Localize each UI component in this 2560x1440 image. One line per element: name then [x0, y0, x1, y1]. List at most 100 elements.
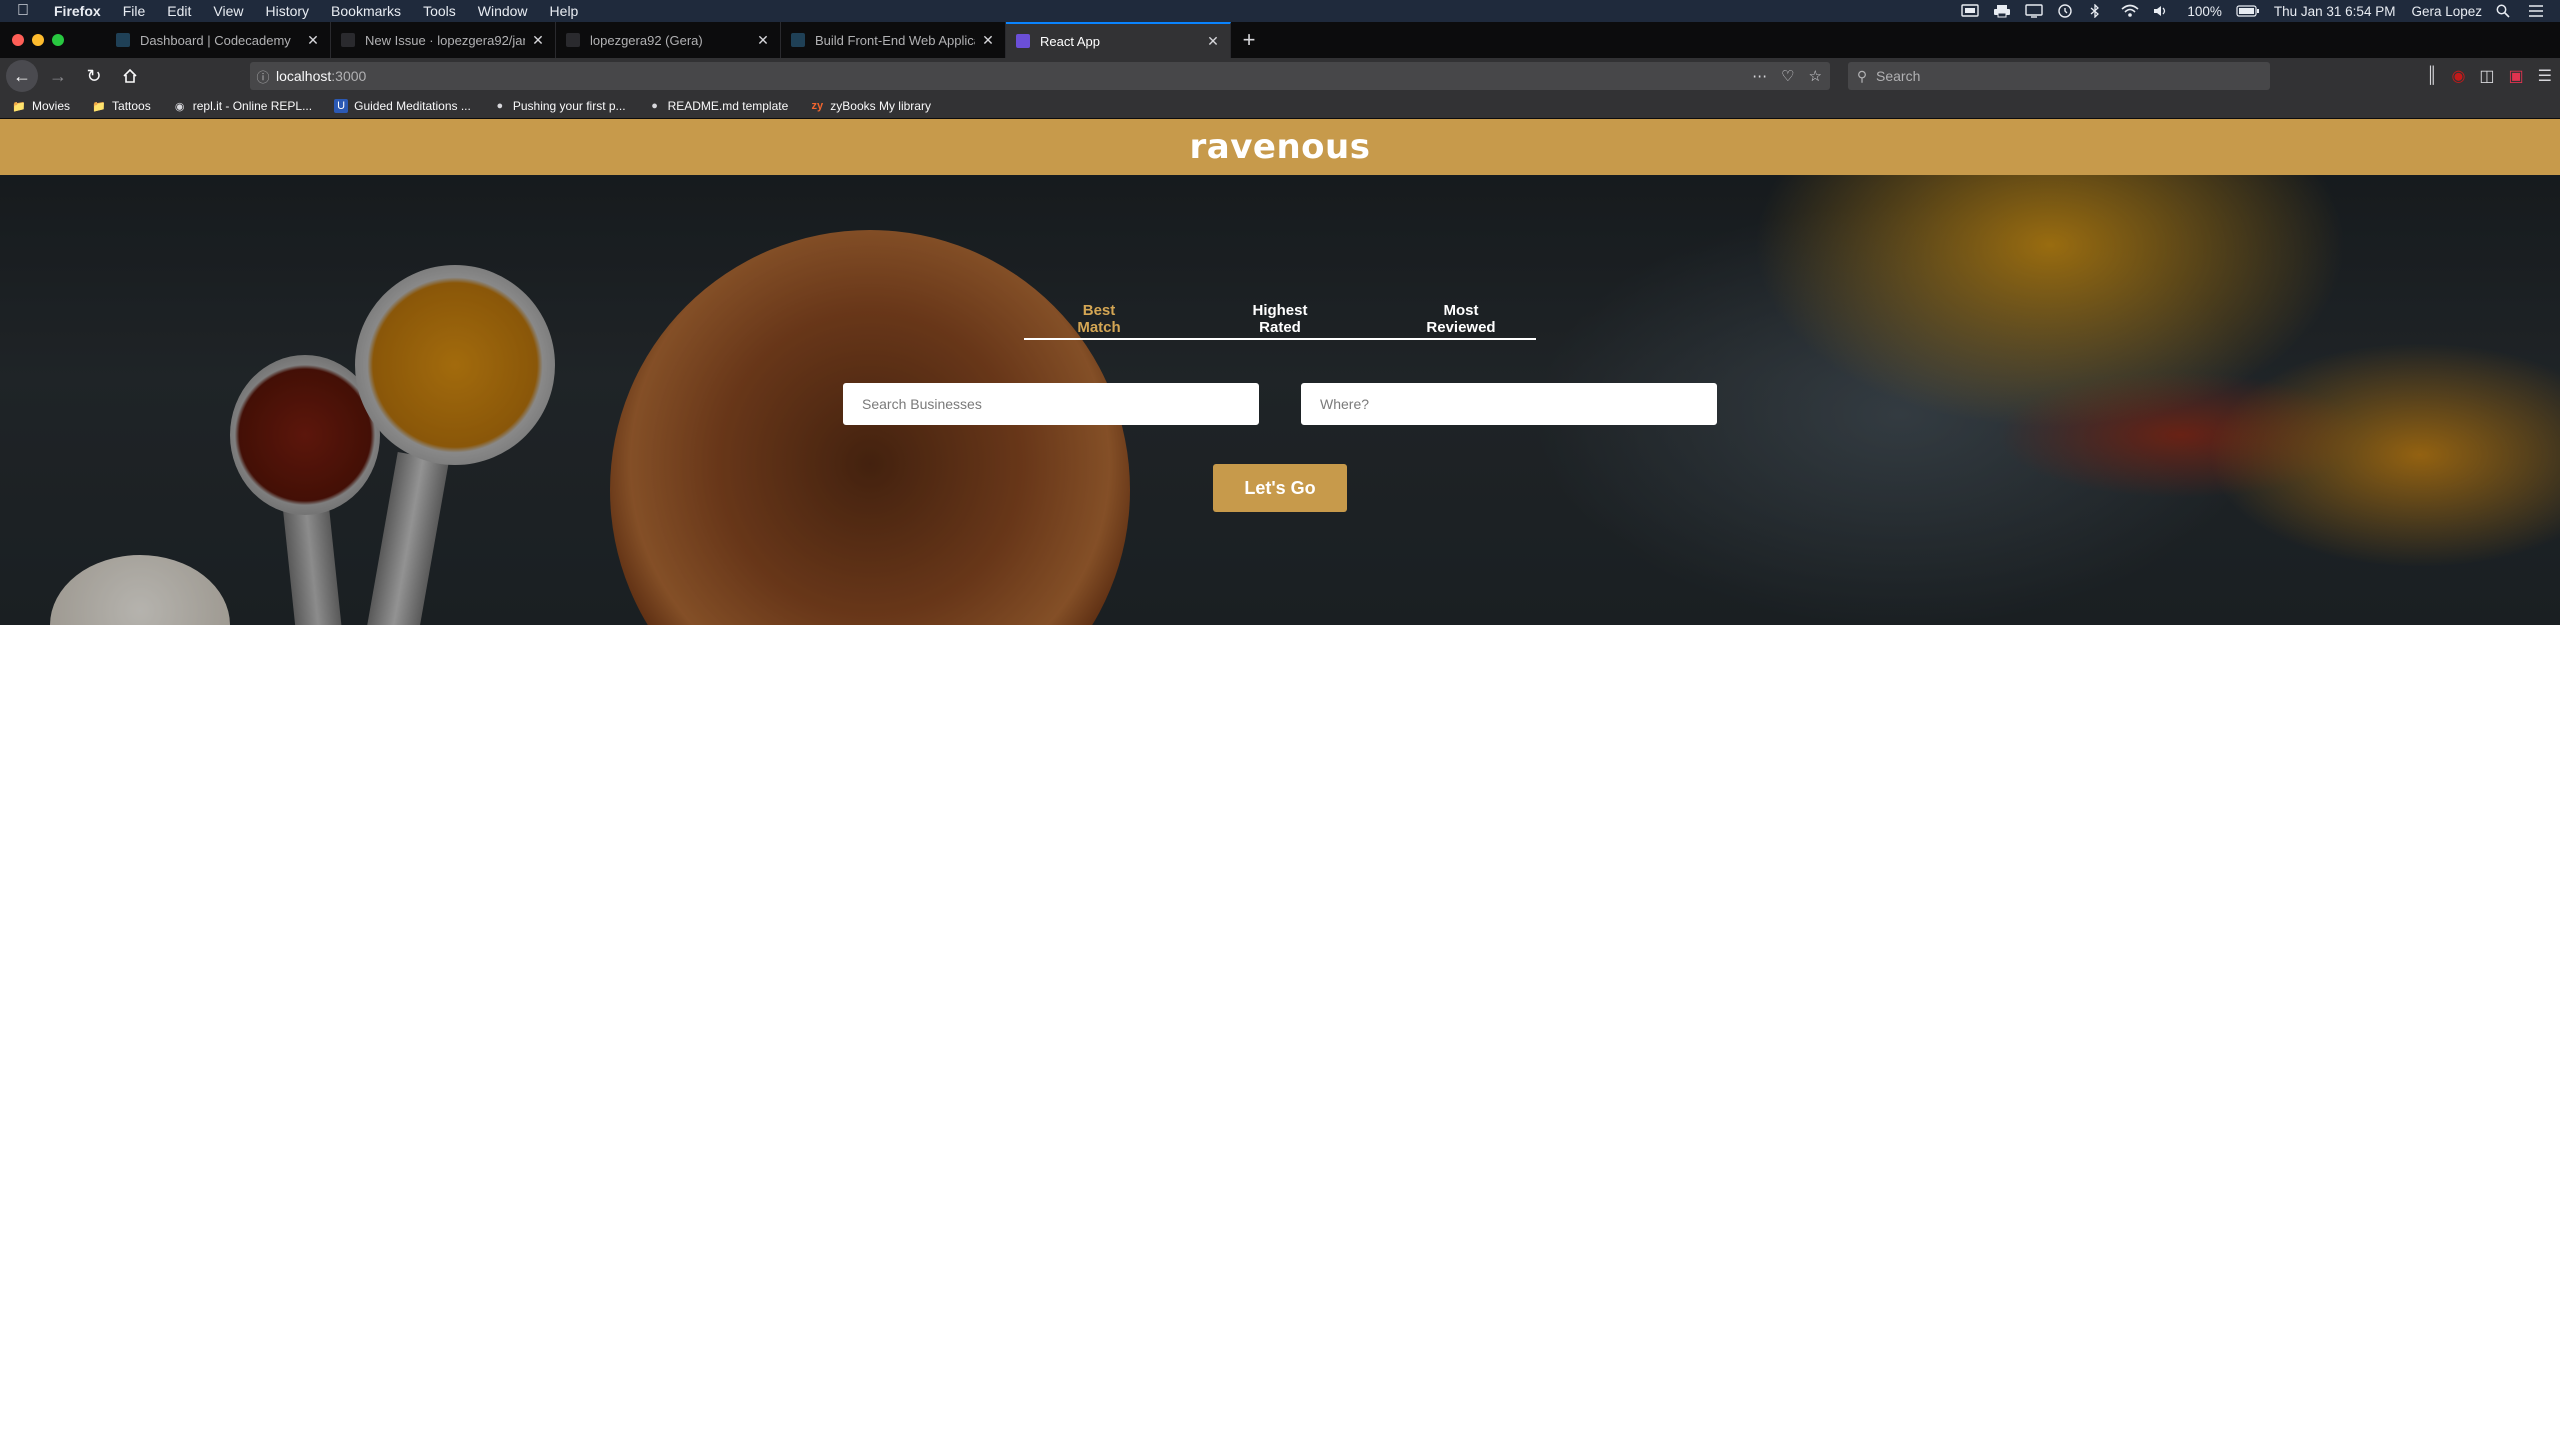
- pocket-icon[interactable]: ♡: [1781, 67, 1794, 85]
- url-bar[interactable]: ⓘ localhost:3000 ⋯ ♡ ☆: [250, 62, 1830, 90]
- sort-label: Match: [1077, 319, 1121, 336]
- udemy-icon: U: [334, 99, 349, 113]
- tab-title: lopezgera92 (Gera): [590, 32, 703, 48]
- battery-icon[interactable]: [2236, 4, 2260, 18]
- zybooks-icon: zy: [811, 100, 824, 112]
- user-name[interactable]: Gera Lopez: [2403, 4, 2490, 19]
- extension-icon[interactable]: ▣: [2509, 66, 2524, 86]
- volume-icon[interactable]: [2153, 4, 2173, 18]
- github-icon: ●: [496, 100, 504, 112]
- bookmark-guided-meditations[interactable]: U Guided Meditations ...: [334, 99, 471, 113]
- codecademy-favicon: [116, 33, 130, 47]
- search-bar[interactable]: ⚲ Search: [1848, 62, 2270, 90]
- menu-app-name[interactable]: Firefox: [46, 0, 112, 22]
- bluetooth-icon[interactable]: [2089, 3, 2109, 19]
- bookmark-label: zyBooks My library: [830, 99, 931, 113]
- sort-label: Highest: [1252, 302, 1308, 319]
- hamburger-menu-icon[interactable]: ☰: [2538, 66, 2552, 86]
- menu-file[interactable]: File: [112, 0, 157, 22]
- codecademy-favicon: [791, 33, 805, 47]
- bookmark-label: Tattoos: [112, 99, 151, 113]
- zoom-window-button[interactable]: [52, 34, 64, 46]
- clock[interactable]: Thu Jan 31 6:54 PM: [2266, 4, 2404, 19]
- bookmark-pushing-first[interactable]: ● Pushing your first p...: [493, 99, 626, 113]
- bookmark-label: Guided Meditations ...: [354, 99, 471, 113]
- bookmark-label: README.md template: [667, 99, 789, 113]
- sort-label: Best: [1082, 302, 1116, 319]
- bookmark-movies[interactable]: 📁 Movies: [12, 99, 70, 113]
- location-input[interactable]: [1301, 383, 1717, 425]
- close-window-button[interactable]: [12, 34, 24, 46]
- sort-label: Most: [1443, 302, 1479, 319]
- tab-github-profile[interactable]: lopezgera92 (Gera) ✕: [556, 22, 781, 58]
- sort-highest-rated[interactable]: Highest Rated: [1205, 302, 1355, 338]
- github-favicon: [341, 33, 355, 47]
- macos-menu-bar:  Firefox File Edit View History Bookmar…: [0, 0, 2560, 22]
- tab-codecademy[interactable]: Dashboard | Codecademy ✕: [106, 22, 331, 58]
- battery-percent: 100%: [2187, 3, 2222, 19]
- menu-window[interactable]: Window: [467, 0, 539, 22]
- lets-go-button[interactable]: Let's Go: [1213, 464, 1347, 512]
- library-icon[interactable]: ║: [2426, 67, 2437, 85]
- bookmark-star-icon[interactable]: ☆: [1809, 67, 1822, 85]
- new-tab-icon[interactable]: +: [1231, 22, 1267, 58]
- close-tab-icon[interactable]: ✕: [531, 32, 545, 49]
- bookmark-zybooks[interactable]: zy zyBooks My library: [810, 99, 931, 113]
- close-tab-icon[interactable]: ✕: [756, 32, 770, 49]
- menu-help[interactable]: Help: [539, 0, 590, 22]
- close-tab-icon[interactable]: ✕: [1206, 33, 1220, 50]
- apple-icon[interactable]: : [0, 2, 46, 20]
- notification-center-icon[interactable]: [2528, 4, 2548, 18]
- tab-title: React App: [1040, 33, 1100, 49]
- wifi-icon[interactable]: [2121, 4, 2141, 18]
- screen-share-icon[interactable]: [1961, 4, 1981, 18]
- menu-tools[interactable]: Tools: [412, 0, 467, 22]
- page-actions-icon[interactable]: ⋯: [1752, 67, 1767, 85]
- tab-build-front-end[interactable]: Build Front-End Web Applicatio ✕: [781, 22, 1006, 58]
- tab-react-app[interactable]: React App ✕: [1006, 22, 1231, 58]
- menu-history[interactable]: History: [254, 0, 320, 22]
- sort-options: Best Match Highest Rated Most Reviewed: [1024, 302, 1536, 340]
- search-bar-section: Best Match Highest Rated Most Reviewed L…: [0, 175, 2560, 625]
- tab-title: New Issue · lopezgera92/jammi: [365, 32, 525, 48]
- site-info-icon[interactable]: ⓘ: [250, 67, 276, 86]
- menu-edit[interactable]: Edit: [156, 0, 202, 22]
- time-machine-icon[interactable]: [2057, 4, 2077, 18]
- github-favicon: [566, 33, 580, 47]
- bookmark-label: Pushing your first p...: [512, 99, 626, 113]
- sort-most-reviewed[interactable]: Most Reviewed: [1386, 302, 1536, 338]
- back-arrow-icon[interactable]: ←: [6, 60, 38, 92]
- app-header: ravenous: [0, 119, 2560, 175]
- react-app-favicon: [1016, 34, 1030, 48]
- ublock-icon[interactable]: ◉: [2451, 66, 2465, 86]
- bookmarks-toolbar: 📁 Movies 📁 Tattoos ◉ repl.it - Online RE…: [0, 94, 2560, 119]
- bookmark-replit[interactable]: ◉ repl.it - Online REPL...: [173, 99, 312, 113]
- display-icon[interactable]: [2025, 4, 2045, 18]
- spotlight-search-icon[interactable]: [2496, 4, 2516, 18]
- close-tab-icon[interactable]: ✕: [981, 32, 995, 49]
- menu-view[interactable]: View: [202, 0, 254, 22]
- close-tab-icon[interactable]: ✕: [306, 32, 320, 49]
- search-bar-placeholder: Search: [1876, 68, 1921, 84]
- sort-best-match[interactable]: Best Match: [1024, 302, 1174, 338]
- home-icon[interactable]: [114, 60, 146, 92]
- sort-label: Rated: [1259, 319, 1301, 336]
- window-controls: [0, 22, 106, 58]
- app-title: ravenous: [1189, 127, 1371, 167]
- tab-github-new-issue[interactable]: New Issue · lopezgera92/jammi ✕: [331, 22, 556, 58]
- bookmark-readme-template[interactable]: ● README.md template: [648, 99, 789, 113]
- minimize-window-button[interactable]: [32, 34, 44, 46]
- bookmark-tattoos[interactable]: 📁 Tattoos: [92, 99, 151, 113]
- folder-icon: 📁: [12, 100, 26, 113]
- reload-icon[interactable]: ↻: [78, 60, 110, 92]
- forward-arrow-icon[interactable]: →: [42, 60, 74, 92]
- tab-title: Dashboard | Codecademy: [140, 32, 291, 48]
- tab-title: Build Front-End Web Applicatio: [815, 32, 975, 48]
- sidebar-icon[interactable]: ◫: [2479, 66, 2494, 86]
- search-icon: ⚲: [1856, 67, 1868, 84]
- printer-icon[interactable]: [1993, 4, 2013, 18]
- search-businesses-input[interactable]: [843, 383, 1259, 425]
- bookmark-label: repl.it - Online REPL...: [192, 99, 313, 113]
- menu-bookmarks[interactable]: Bookmarks: [320, 0, 412, 22]
- url-host: localhost: [276, 68, 332, 84]
